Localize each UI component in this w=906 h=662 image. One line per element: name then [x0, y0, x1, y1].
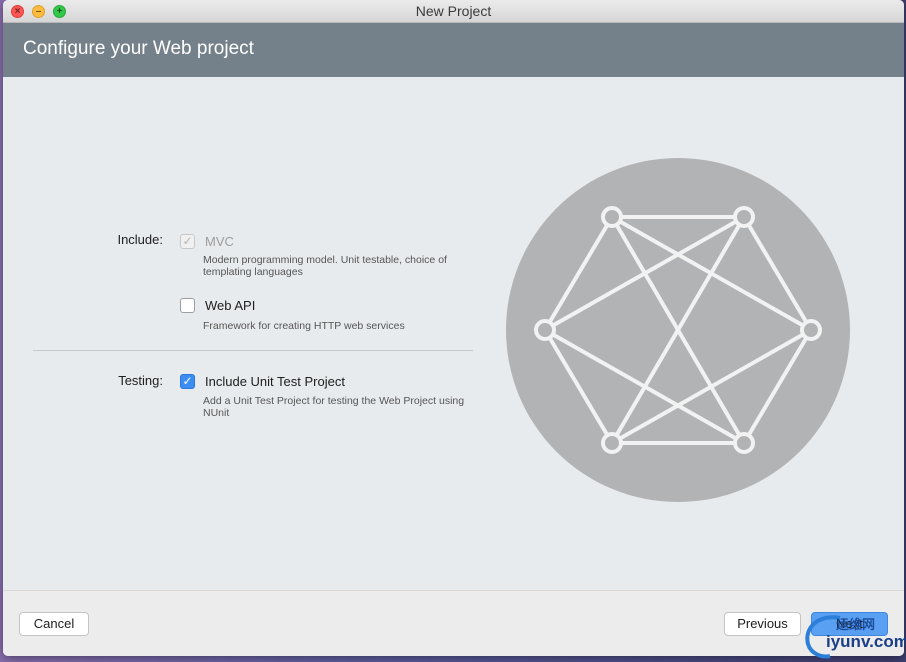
zoom-window-button[interactable]: +: [53, 5, 66, 18]
mvc-option-title: MVC: [205, 234, 234, 249]
page-title: Configure your Web project: [23, 38, 254, 59]
close-window-button[interactable]: ×: [11, 5, 24, 18]
web-api-option-title: Web API: [205, 298, 256, 313]
include-label: Include:: [117, 232, 163, 247]
minimize-icon: –: [35, 6, 42, 17]
watermark-line2: iyunv.com: [826, 632, 906, 651]
previous-button[interactable]: Previous: [724, 612, 801, 636]
unit-test-checkbox[interactable]: ✓: [180, 374, 195, 389]
zoom-icon: +: [56, 6, 63, 17]
web-project-network-illustration: [506, 158, 850, 502]
unit-test-option-description: Add a Unit Test Project for testing the …: [203, 395, 465, 419]
watermark-line1: 运维网: [836, 617, 876, 632]
site-watermark: 运维网 iyunv.com: [800, 610, 906, 662]
title-bar: × – + New Project: [3, 0, 904, 23]
window-controls: × – +: [11, 5, 66, 18]
options-panel: Include: ✓ MVC Modern programming model.…: [3, 77, 904, 590]
mvc-checkbox[interactable]: ✓: [180, 234, 195, 249]
unit-test-option-title: Include Unit Test Project: [205, 374, 345, 389]
new-project-dialog: × – + New Project Configure your Web pro…: [3, 0, 904, 656]
close-icon: ×: [14, 6, 21, 17]
check-icon: ✓: [182, 234, 193, 248]
web-api-option-description: Framework for creating HTTP web services: [203, 320, 405, 332]
web-api-checkbox[interactable]: [180, 298, 195, 313]
cancel-button[interactable]: Cancel: [19, 612, 89, 636]
mvc-option-description: Modern programming model. Unit testable,…: [203, 254, 447, 278]
testing-label: Testing:: [118, 373, 163, 388]
dialog-footer: Cancel Previous Next: [3, 590, 904, 656]
minimize-window-button[interactable]: –: [32, 5, 45, 18]
page-header: Configure your Web project: [3, 23, 904, 77]
window-title: New Project: [415, 3, 492, 19]
section-divider: [33, 350, 473, 351]
check-icon: ✓: [182, 374, 193, 388]
